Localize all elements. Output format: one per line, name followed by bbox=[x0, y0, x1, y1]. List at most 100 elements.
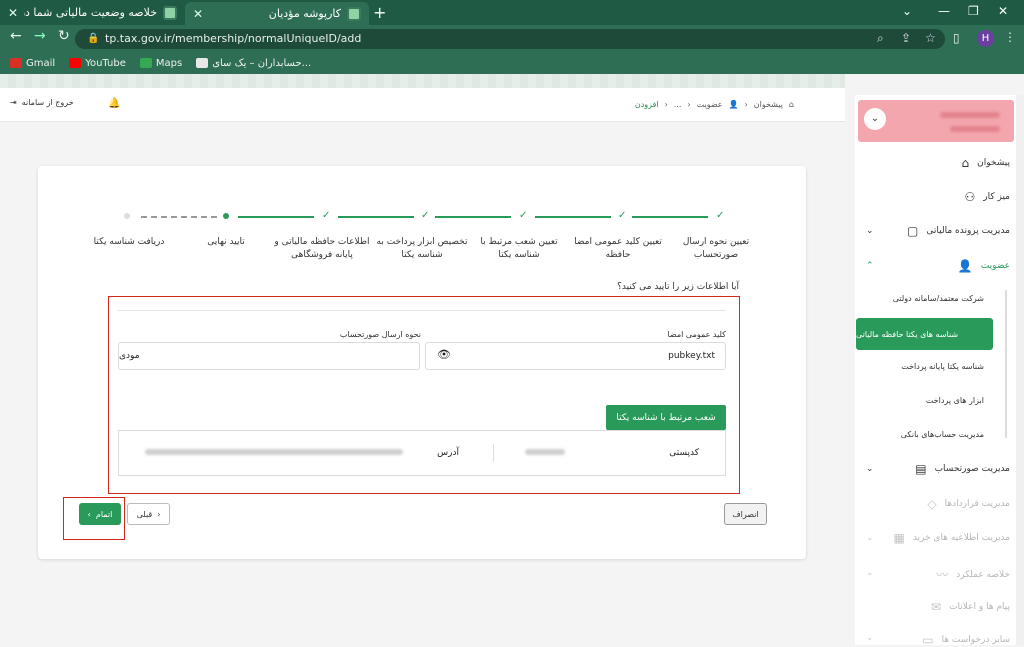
bell-icon[interactable]: 🔔 bbox=[108, 98, 120, 109]
breadcrumb: ⌂ پیشخوان ‹ 👤 عضویت ‹ ... ‹ افزودن bbox=[635, 100, 794, 109]
step-label: اطلاعات حافظه مالیاتی و پایانه فروشگاهی bbox=[274, 237, 370, 260]
logout-label: خروج از سامانه bbox=[21, 98, 74, 107]
cell-divider bbox=[493, 444, 494, 462]
userid-redacted bbox=[950, 126, 1000, 132]
chevron-right-icon: › bbox=[87, 509, 91, 519]
address-bar[interactable]: 🔒 tp.tax.gov.ir/membership/normalUniqueI… bbox=[75, 29, 945, 49]
sidebar-item-performance[interactable]: خلاصه عملکرد 〰 bbox=[936, 566, 1010, 583]
finish-button[interactable]: اتمام › bbox=[79, 503, 121, 525]
submenu-rail bbox=[1005, 290, 1007, 438]
eye-icon[interactable]: 👁 bbox=[437, 348, 451, 361]
chevron-icon: ‹ bbox=[664, 100, 668, 109]
sidebar-item-messages[interactable]: پیام ها و اعلانات ✉ bbox=[931, 600, 1010, 614]
sidebar-item-dashboard[interactable]: پیشخوان ⌂ bbox=[962, 156, 1010, 170]
sidebar-item-invoices[interactable]: مدیریت صورتحساب ▤ bbox=[915, 462, 1010, 476]
breadcrumb-membership[interactable]: عضویت bbox=[697, 100, 723, 109]
subitem-bank-accounts[interactable]: مدیریت حساب‌های بانکی bbox=[901, 430, 984, 439]
step-done-check-icon: ✓ bbox=[716, 210, 725, 221]
home-icon: ⌂ bbox=[961, 156, 970, 170]
file-icon: ▢ bbox=[907, 224, 919, 238]
breadcrumb-home[interactable]: پیشخوان bbox=[754, 100, 783, 109]
page-scrollbar[interactable] bbox=[1016, 95, 1024, 645]
collapse-user-icon[interactable]: ⌄ bbox=[864, 108, 886, 130]
breadcrumb-current: افزودن bbox=[634, 100, 659, 109]
chevron-down-icon[interactable]: ⌄ bbox=[866, 633, 874, 643]
chevron-down-icon[interactable]: ⌄ bbox=[866, 568, 874, 578]
previous-button[interactable]: ‹ قبلی bbox=[127, 503, 170, 525]
chevron-left-icon: ‹ bbox=[157, 509, 161, 519]
step-done-check-icon: ✓ bbox=[322, 210, 331, 221]
subitem-payment-tools[interactable]: ابزار های پرداخت bbox=[926, 396, 984, 405]
logout-icon: ⇥ bbox=[10, 98, 17, 107]
bookmark-accountants[interactable]: حسابداران – یک سای... bbox=[196, 58, 311, 69]
youtube-icon bbox=[69, 58, 82, 68]
send-method-field[interactable]: مودی bbox=[118, 342, 420, 370]
header-decoration bbox=[0, 74, 845, 88]
subitem-fiscal-memory-ids[interactable]: شناسه های یکتا حافظه مالیاتی bbox=[856, 318, 993, 350]
home-icon: ⌂ bbox=[788, 100, 794, 109]
step-connector bbox=[238, 216, 314, 218]
site-icon bbox=[196, 58, 209, 68]
zoom-icon[interactable]: ⌕ bbox=[877, 31, 884, 46]
step-connector bbox=[338, 216, 414, 218]
bookmark-youtube[interactable]: YouTube bbox=[69, 58, 126, 69]
minimize-icon[interactable]: — bbox=[938, 4, 950, 18]
bookmark-star-icon[interactable]: ☆ bbox=[925, 31, 936, 45]
tab-search-icon[interactable]: ⌄ bbox=[902, 4, 912, 18]
gmail-icon bbox=[10, 58, 22, 68]
postal-code-value-redacted bbox=[525, 449, 565, 455]
chart-icon: 〰 bbox=[936, 568, 949, 582]
share-icon[interactable]: ⇪ bbox=[901, 31, 911, 45]
sidebar-item-workspace[interactable]: میز کار ⚇ bbox=[964, 190, 1010, 204]
close-tab-icon[interactable]: ✕ bbox=[8, 6, 18, 20]
subitem-payment-terminal-id[interactable]: شناسه یکتا پایانه پرداخت bbox=[901, 362, 984, 371]
bookmark-label: YouTube bbox=[85, 57, 126, 69]
browser-tab[interactable]: خلاصه وضعیت مالیاتی شما در نظا ✕ bbox=[0, 0, 185, 25]
sidebar-label: مدیریت پرونده مالیاتی bbox=[926, 226, 1010, 236]
step-pending-dot bbox=[124, 213, 130, 219]
back-icon[interactable]: ← bbox=[10, 28, 22, 44]
profile-avatar[interactable]: H bbox=[977, 30, 994, 47]
tab-title: کارپوشه مؤدیان bbox=[268, 7, 341, 20]
pubkey-field[interactable]: pubkey.txt bbox=[425, 342, 726, 370]
chevron-down-icon[interactable]: ⌄ bbox=[866, 226, 874, 236]
menu-kebab-icon[interactable]: ⋮ bbox=[1004, 30, 1016, 44]
browser-tab-strip: خلاصه وضعیت مالیاتی شما در نظا ✕ کارپوشه… bbox=[0, 0, 1024, 25]
sidebar-label: مدیریت اطلاعیه های خرید bbox=[912, 533, 1010, 543]
logout-button[interactable]: ⇥ خروج از سامانه bbox=[10, 98, 74, 107]
message-icon: ✉ bbox=[931, 600, 942, 614]
close-window-icon[interactable]: ✕ bbox=[998, 4, 1008, 18]
chevron-icon: ‹ bbox=[744, 100, 748, 109]
subitem-trusted-company[interactable]: شرکت معتمد/سامانه دولتی bbox=[893, 294, 984, 303]
bookmark-maps[interactable]: Maps bbox=[139, 58, 182, 69]
bookmark-gmail[interactable]: Gmail bbox=[10, 58, 55, 69]
sidebar-item-membership[interactable]: عضویت 👤 bbox=[958, 259, 1010, 273]
new-tab-icon[interactable]: + bbox=[373, 3, 386, 22]
sidepanel-icon[interactable]: ▯ bbox=[953, 31, 960, 45]
cancel-button[interactable]: انصراف bbox=[724, 503, 767, 525]
branches-header: شعب مرتبط با شناسه یکتا bbox=[606, 405, 726, 430]
workspace-icon: ⚇ bbox=[964, 190, 976, 204]
step-label: دریافت شناسه یکتا bbox=[93, 237, 165, 247]
sidebar-label: پیشخوان bbox=[977, 158, 1010, 168]
sidebar-item-purchase-notices[interactable]: مدیریت اطلاعیه های خرید ▦ bbox=[893, 531, 1010, 545]
restore-icon[interactable]: ❐ bbox=[968, 4, 979, 18]
sidebar-item-contracts[interactable]: مدیریت قراردادها ◇ bbox=[927, 497, 1010, 511]
bookmark-label: حسابداران – یک سای... bbox=[212, 57, 312, 69]
reload-icon[interactable]: ↻ bbox=[58, 28, 70, 44]
chevron-down-icon[interactable]: ⌄ bbox=[866, 533, 874, 543]
chevron-up-icon[interactable]: ⌃ bbox=[866, 261, 874, 271]
bookmark-label: Gmail bbox=[26, 57, 56, 69]
step-current-dot bbox=[223, 213, 229, 219]
sidebar-item-tax-file[interactable]: مدیریت پرونده مالیاتی ▢ bbox=[907, 224, 1010, 238]
site-favicon-icon bbox=[347, 6, 361, 21]
send-method-label: نحوه ارسال صورتحساب bbox=[339, 330, 421, 339]
address-label: آدرس bbox=[437, 448, 459, 458]
forward-icon[interactable]: → bbox=[34, 28, 46, 44]
chevron-down-icon[interactable]: ⌄ bbox=[866, 464, 874, 474]
finish-label: اتمام bbox=[95, 509, 113, 519]
step-connector bbox=[632, 216, 708, 218]
close-tab-icon[interactable]: ✕ bbox=[193, 7, 203, 21]
step-connector bbox=[535, 216, 611, 218]
browser-tab-active[interactable]: کارپوشه مؤدیان ✕ bbox=[185, 2, 369, 25]
